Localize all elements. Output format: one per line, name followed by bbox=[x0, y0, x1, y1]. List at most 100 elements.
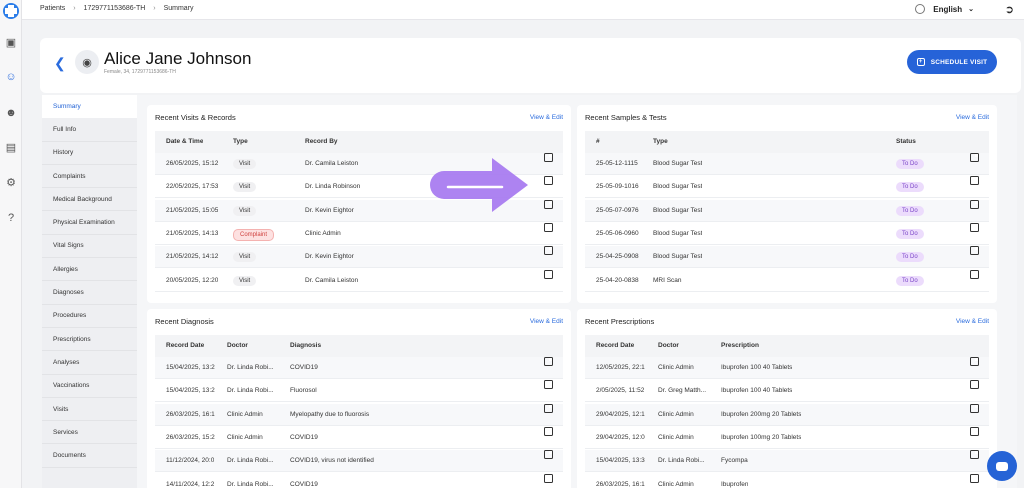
recent-prescriptions-card: Recent Prescriptions View & Edit Record Da… bbox=[577, 309, 997, 488]
table-header: Record Date Doctor Diagnosis bbox=[155, 335, 563, 357]
external-link-icon[interactable] bbox=[544, 380, 553, 390]
cell-rx: Ibuprofen bbox=[721, 480, 749, 488]
card-title: Recent Samples & Tests bbox=[585, 113, 667, 122]
external-link-icon[interactable] bbox=[970, 246, 979, 256]
subnav-item-procedures[interactable]: Procedures bbox=[42, 305, 137, 328]
subnav-item-visits[interactable]: Visits bbox=[42, 398, 137, 422]
cell-type: Blood Sugar Test bbox=[653, 206, 703, 214]
subnav-item-physical-examination[interactable]: Physical Examination bbox=[42, 211, 137, 235]
language-selector[interactable]: English ⌄ bbox=[915, 4, 974, 14]
subnav-item-complaints[interactable]: Complaints bbox=[42, 165, 137, 189]
patient-subnav: Summary Full Info History Complaints Medical… bbox=[42, 95, 137, 488]
external-link-icon[interactable] bbox=[544, 269, 553, 279]
external-link-icon[interactable] bbox=[970, 426, 979, 436]
column-header: Status bbox=[896, 138, 916, 145]
subnav-item-medical-background[interactable]: Medical Background bbox=[42, 188, 137, 212]
external-link-icon[interactable] bbox=[544, 176, 553, 186]
breadcrumb-patient-id[interactable]: 1729771153686-TH bbox=[84, 5, 146, 12]
subnav-item-vaccinations[interactable]: Vaccinations bbox=[42, 375, 137, 398]
subnav-item-services[interactable]: Services bbox=[42, 421, 137, 445]
external-link-icon[interactable] bbox=[544, 357, 553, 366]
table-row: 11/12/2024, 20:0 Dr. Linda Robi... COVID19… bbox=[155, 450, 563, 473]
external-link-icon[interactable] bbox=[544, 450, 553, 460]
top-bar: Patients › 1729771153686-TH › Summary En… bbox=[22, 0, 1024, 20]
external-link-icon[interactable] bbox=[970, 153, 979, 162]
cell-date: 22/05/2025, 17:53 bbox=[166, 183, 219, 191]
subnav-item-documents[interactable]: Documents bbox=[42, 444, 137, 468]
table-row: 25-05-09-1016 Blood Sugar Test To Do bbox=[585, 176, 989, 199]
users-icon[interactable]: ☻ bbox=[5, 107, 17, 119]
chat-button[interactable] bbox=[987, 451, 1017, 481]
camera-icon[interactable]: ◉ bbox=[75, 50, 99, 74]
subnav-item-diagnoses[interactable]: Diagnoses bbox=[42, 281, 137, 305]
cell-doctor: Dr. Greg Matth... bbox=[658, 387, 707, 395]
cell-dx: Myelopathy due to fluorosis bbox=[290, 410, 370, 418]
external-link-icon[interactable] bbox=[970, 473, 979, 483]
cell-date: 26/03/2025, 15:2 bbox=[166, 433, 215, 441]
external-link-icon[interactable] bbox=[544, 222, 553, 232]
dashboard-icon[interactable]: ▣ bbox=[5, 37, 17, 49]
table-row: 26/03/2025, 16:1 Clinic Admin Myelopathy d… bbox=[155, 403, 563, 426]
cell-date: 26/03/2025, 16:1 bbox=[596, 480, 645, 488]
external-link-icon[interactable] bbox=[970, 199, 979, 209]
subnav-item-history[interactable]: History bbox=[42, 142, 137, 165]
subnav-item-prescriptions[interactable]: Prescriptions bbox=[42, 328, 137, 352]
cell-date: 21/05/2025, 15:05 bbox=[166, 206, 219, 214]
cell-doctor: Dr. Linda Robi... bbox=[658, 457, 705, 465]
external-link-icon[interactable] bbox=[544, 403, 553, 413]
schedule-visit-button[interactable]: + SCHEDULE VISIT bbox=[907, 50, 997, 74]
external-link-icon[interactable] bbox=[970, 450, 979, 460]
cell-dx: COVID19 bbox=[290, 433, 318, 441]
external-link-icon[interactable] bbox=[544, 153, 553, 162]
app-logo-icon[interactable] bbox=[3, 3, 19, 19]
view-edit-link[interactable]: View & Edit bbox=[530, 114, 563, 121]
cell-date: 21/05/2025, 14:13 bbox=[166, 229, 219, 237]
external-link-icon[interactable] bbox=[970, 269, 979, 279]
column-header: Record By bbox=[305, 138, 338, 145]
external-link-icon[interactable] bbox=[544, 426, 553, 436]
subnav-item-analyses[interactable]: Analyses bbox=[42, 351, 137, 375]
table-row: 29/04/2025, 12:0 Clinic Admin Ibuprofen 10… bbox=[585, 426, 989, 449]
external-link-icon[interactable] bbox=[970, 222, 979, 232]
subnav-item-vital-signs[interactable]: Vital Signs bbox=[42, 235, 137, 259]
cell-type: Blood Sugar Test bbox=[653, 183, 703, 191]
external-link-icon[interactable] bbox=[970, 176, 979, 186]
cell-status: To Do bbox=[896, 182, 924, 193]
view-edit-link[interactable]: View & Edit bbox=[956, 318, 989, 325]
external-link-icon[interactable] bbox=[970, 403, 979, 413]
external-link-icon[interactable] bbox=[970, 380, 979, 390]
table-header: # Type Status bbox=[585, 131, 989, 153]
view-edit-link[interactable]: View & Edit bbox=[530, 318, 563, 325]
cell-date: 12/05/2025, 22:1 bbox=[596, 364, 645, 371]
document-icon[interactable]: ▤ bbox=[5, 142, 17, 154]
cell-status: To Do bbox=[896, 275, 924, 286]
cell-id: 25-05-07-0976 bbox=[596, 206, 639, 214]
subnav-item-full-info[interactable]: Full Info bbox=[42, 118, 137, 142]
cell-date: 21/05/2025, 14:12 bbox=[166, 253, 219, 261]
view-edit-link[interactable]: View & Edit bbox=[956, 114, 989, 121]
external-link-icon[interactable] bbox=[970, 357, 979, 366]
breadcrumb-separator: › bbox=[153, 5, 156, 12]
cell-type: Visit bbox=[233, 159, 257, 169]
subnav-item-summary[interactable]: Summary bbox=[42, 95, 137, 119]
help-icon[interactable]: ? bbox=[5, 212, 17, 224]
cell-type: Complaint bbox=[233, 228, 275, 241]
column-header: Doctor bbox=[227, 342, 248, 349]
logout-icon[interactable]: ➲ bbox=[1005, 3, 1014, 16]
cell-doctor: Dr. Linda Robi... bbox=[227, 480, 274, 488]
patient-icon[interactable]: ☺ bbox=[5, 71, 17, 83]
external-link-icon[interactable] bbox=[544, 473, 553, 483]
cell-status: To Do bbox=[896, 159, 924, 169]
back-arrow-icon[interactable]: ❮ bbox=[54, 55, 66, 72]
cell-by: Dr. Camila Leiston bbox=[305, 276, 359, 284]
external-link-icon[interactable] bbox=[544, 246, 553, 256]
external-link-icon[interactable] bbox=[544, 199, 553, 209]
breadcrumb-patients[interactable]: Patients bbox=[40, 5, 65, 12]
table-row: 12/05/2025, 22:1 Clinic Admin Ibuprofen 10… bbox=[585, 357, 989, 379]
subnav-item-allergies[interactable]: Allergies bbox=[42, 258, 137, 282]
settings-icon[interactable]: ⚙ bbox=[5, 177, 17, 189]
table-header: Record Date Doctor Prescription bbox=[585, 335, 989, 357]
table-row: 25-05-12-1115 Blood Sugar Test To Do bbox=[585, 153, 989, 175]
cell-id: 25-05-06-0960 bbox=[596, 229, 639, 237]
cell-type: Blood Sugar Test bbox=[653, 229, 703, 237]
